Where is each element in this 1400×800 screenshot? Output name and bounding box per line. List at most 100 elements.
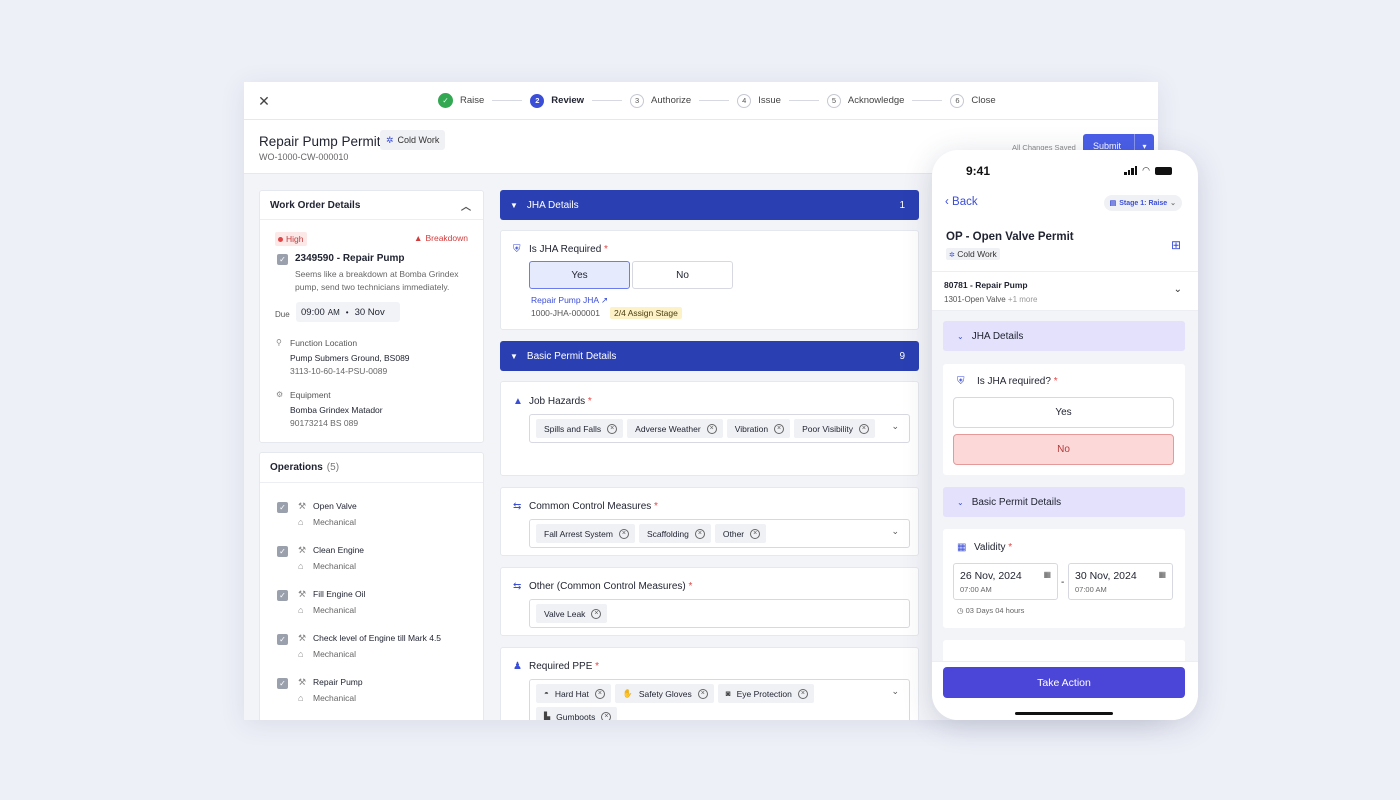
end-date: 30 Nov, 2024 <box>1075 570 1137 582</box>
tag-chip: Spills and Falls × <box>536 419 624 438</box>
operation-checkbox[interactable]: ✓ <box>277 590 288 601</box>
close-icon[interactable]: ✕ <box>256 93 272 109</box>
step-connector <box>912 100 943 101</box>
step-close[interactable]: 6 Close <box>950 93 996 108</box>
operation-checkbox[interactable]: ✓ <box>277 634 288 645</box>
due-datetime-field[interactable]: 09:00 AM • 30 Nov <box>296 302 400 322</box>
wrench-icon: ⚒ <box>298 589 307 599</box>
operation-checkbox[interactable]: ✓ <box>277 502 288 513</box>
list-item[interactable]: ✓ ⚒ Fill Engine Oil ⌂ Mechanical <box>260 580 483 624</box>
remove-icon[interactable]: × <box>858 423 869 434</box>
mobile-jha-no-button[interactable]: No <box>953 434 1174 465</box>
chevron-down-icon[interactable]: ⌄ <box>891 421 899 432</box>
operation-checkbox[interactable]: ✓ <box>277 678 288 689</box>
chevron-down-icon[interactable]: ⌄ <box>891 686 899 697</box>
remove-icon[interactable]: × <box>594 688 605 699</box>
operation-name: 1301-Open Valve <box>944 295 1006 304</box>
function-location-value: Pump Submers Ground, BS089 <box>290 353 410 363</box>
remove-icon[interactable]: × <box>694 528 705 539</box>
remove-icon[interactable]: × <box>618 528 629 539</box>
back-button[interactable]: ‹ Back <box>945 196 978 208</box>
work-order-header[interactable]: Work Order Details ︿ <box>260 191 483 220</box>
list-item[interactable]: ✓ ⚒ Check level of Engine till Mark 4.5 … <box>260 624 483 668</box>
gear-icon: ✲ <box>949 252 955 259</box>
chevron-down-icon[interactable]: ⌄ <box>891 526 899 537</box>
mobile-jha-section-header[interactable]: ⌄ JHA Details <box>943 321 1185 351</box>
tag-chip: Valve Leak × <box>536 604 608 623</box>
priority-badge: High <box>275 232 308 246</box>
required-mark: * <box>604 244 608 255</box>
tag-chip: Adverse Weather × <box>627 419 723 438</box>
mobile-basic-section-header[interactable]: ⌄ Basic Permit Details <box>943 487 1185 517</box>
control-measures-card: ⇆ Common Control Measures * Fall Arrest … <box>500 487 919 556</box>
chevron-down-icon[interactable]: ⌄ <box>1174 284 1182 295</box>
tag-chip: Scaffolding × <box>638 524 711 543</box>
work-order-checkbox[interactable]: ✓ <box>277 254 288 265</box>
step-acknowledge[interactable]: 5 Acknowledge <box>826 93 904 108</box>
step-raise[interactable]: ✓ Raise <box>438 93 484 108</box>
duration-text: 03 Days 04 hours <box>965 606 1025 615</box>
equipment-code: 90173214 BS 089 <box>290 418 359 428</box>
operation-checkbox[interactable]: ✓ <box>277 546 288 557</box>
tag-label: Safety Gloves <box>638 688 692 699</box>
other-control-measures-input[interactable]: Valve Leak × <box>529 599 910 628</box>
remove-icon[interactable]: × <box>591 608 602 619</box>
operation-name: Clean Engine <box>313 545 365 555</box>
required-ppe-multiselect[interactable]: ◓ Hard Hat × ✋ Safety Gloves × ◙ Eye Protecti… <box>529 679 910 720</box>
remove-icon[interactable]: × <box>697 688 708 699</box>
section-count: 1 <box>899 199 905 211</box>
field-label-text: Common Control Measures <box>529 501 652 512</box>
job-hazards-multiselect[interactable]: Spills and Falls × Adverse Weather × Vibra… <box>529 414 910 443</box>
map-icon[interactable]: ⊞ <box>1171 238 1181 252</box>
priority-dot-icon <box>278 236 283 242</box>
control-measures-multiselect[interactable]: Fall Arrest System × Scaffolding × Other × … <box>529 519 910 548</box>
permit-id: WO-1000-CW-000010 <box>259 152 349 162</box>
glove-icon: ✋ <box>622 689 633 698</box>
step-number: 6 <box>950 93 965 108</box>
tag-chip: Poor Visibility × <box>794 419 875 438</box>
list-item[interactable]: ✓ ⚒ Clean Engine ⌂ Mechanical <box>260 536 483 580</box>
stage-selector[interactable]: ▤ Stage 1: Raise ⌄ <box>1103 195 1182 211</box>
take-action-button[interactable]: Take Action <box>943 667 1185 698</box>
jha-yes-button[interactable]: Yes <box>529 261 630 289</box>
card-title: Work Order Details <box>270 199 361 211</box>
required-ppe-card: ♟ Required PPE * ◓ Hard Hat × ✋ Safety Glov… <box>500 647 919 720</box>
gear-icon: ✲ <box>386 134 394 145</box>
person-icon: ⌂ <box>298 561 304 571</box>
remove-icon[interactable]: × <box>774 423 785 434</box>
other-control-measures-label: Other (Common Control Measures) * <box>529 581 692 592</box>
jha-stage-badge: 2/4 Assign Stage <box>610 307 682 319</box>
tag-chip: Fall Arrest System × <box>536 524 635 543</box>
step-issue[interactable]: 4 Issue <box>737 93 781 108</box>
remove-icon[interactable]: × <box>706 423 717 434</box>
required-mark: * <box>654 501 658 512</box>
tag-label: Poor Visibility <box>802 423 853 434</box>
chevron-down-icon: ⌄ <box>1170 200 1176 207</box>
mobile-jha-yes-button[interactable]: Yes <box>953 397 1174 428</box>
list-item[interactable]: ✓ ⚒ Repair Pump ⌂ Mechanical <box>260 668 483 712</box>
tag-label: Hard Hat <box>554 688 589 699</box>
remove-icon[interactable]: × <box>797 688 808 699</box>
step-review[interactable]: 2 Review <box>530 93 584 108</box>
calendar-icon: ▦ <box>1043 570 1051 579</box>
list-item[interactable]: ✓ ⚒ Open Valve ⌂ Mechanical <box>260 492 483 536</box>
remove-icon[interactable]: × <box>750 528 761 539</box>
remove-icon[interactable]: × <box>607 423 618 434</box>
chevron-left-icon: ‹ <box>945 196 949 208</box>
tag-label: Gumboots <box>556 711 596 721</box>
chevron-down-icon: ▼ <box>510 200 518 210</box>
step-number: 4 <box>737 93 752 108</box>
clock-icon: ◷ <box>957 606 964 615</box>
person-icon: ⌂ <box>298 517 304 527</box>
chevron-up-icon[interactable]: ︿ <box>461 198 471 213</box>
jha-section-header[interactable]: ▼ JHA Details 1 <box>500 190 919 220</box>
step-connector <box>492 100 523 101</box>
jha-no-button[interactable]: No <box>632 261 733 289</box>
jha-link[interactable]: Repair Pump JHA ↗ <box>531 295 608 306</box>
start-date-field[interactable]: 26 Nov, 2024 07:00 AM ▦ <box>953 563 1058 600</box>
end-date-field[interactable]: 30 Nov, 2024 07:00 AM ▦ <box>1068 563 1173 600</box>
step-authorize[interactable]: 3 Authorize <box>630 93 691 108</box>
mobile-work-order-row[interactable]: 80781 - Repair Pump 1301-Open Valve +1 m… <box>932 271 1198 311</box>
basic-permit-section-header[interactable]: ▼ Basic Permit Details 9 <box>500 341 919 371</box>
remove-icon[interactable]: × <box>601 711 612 720</box>
